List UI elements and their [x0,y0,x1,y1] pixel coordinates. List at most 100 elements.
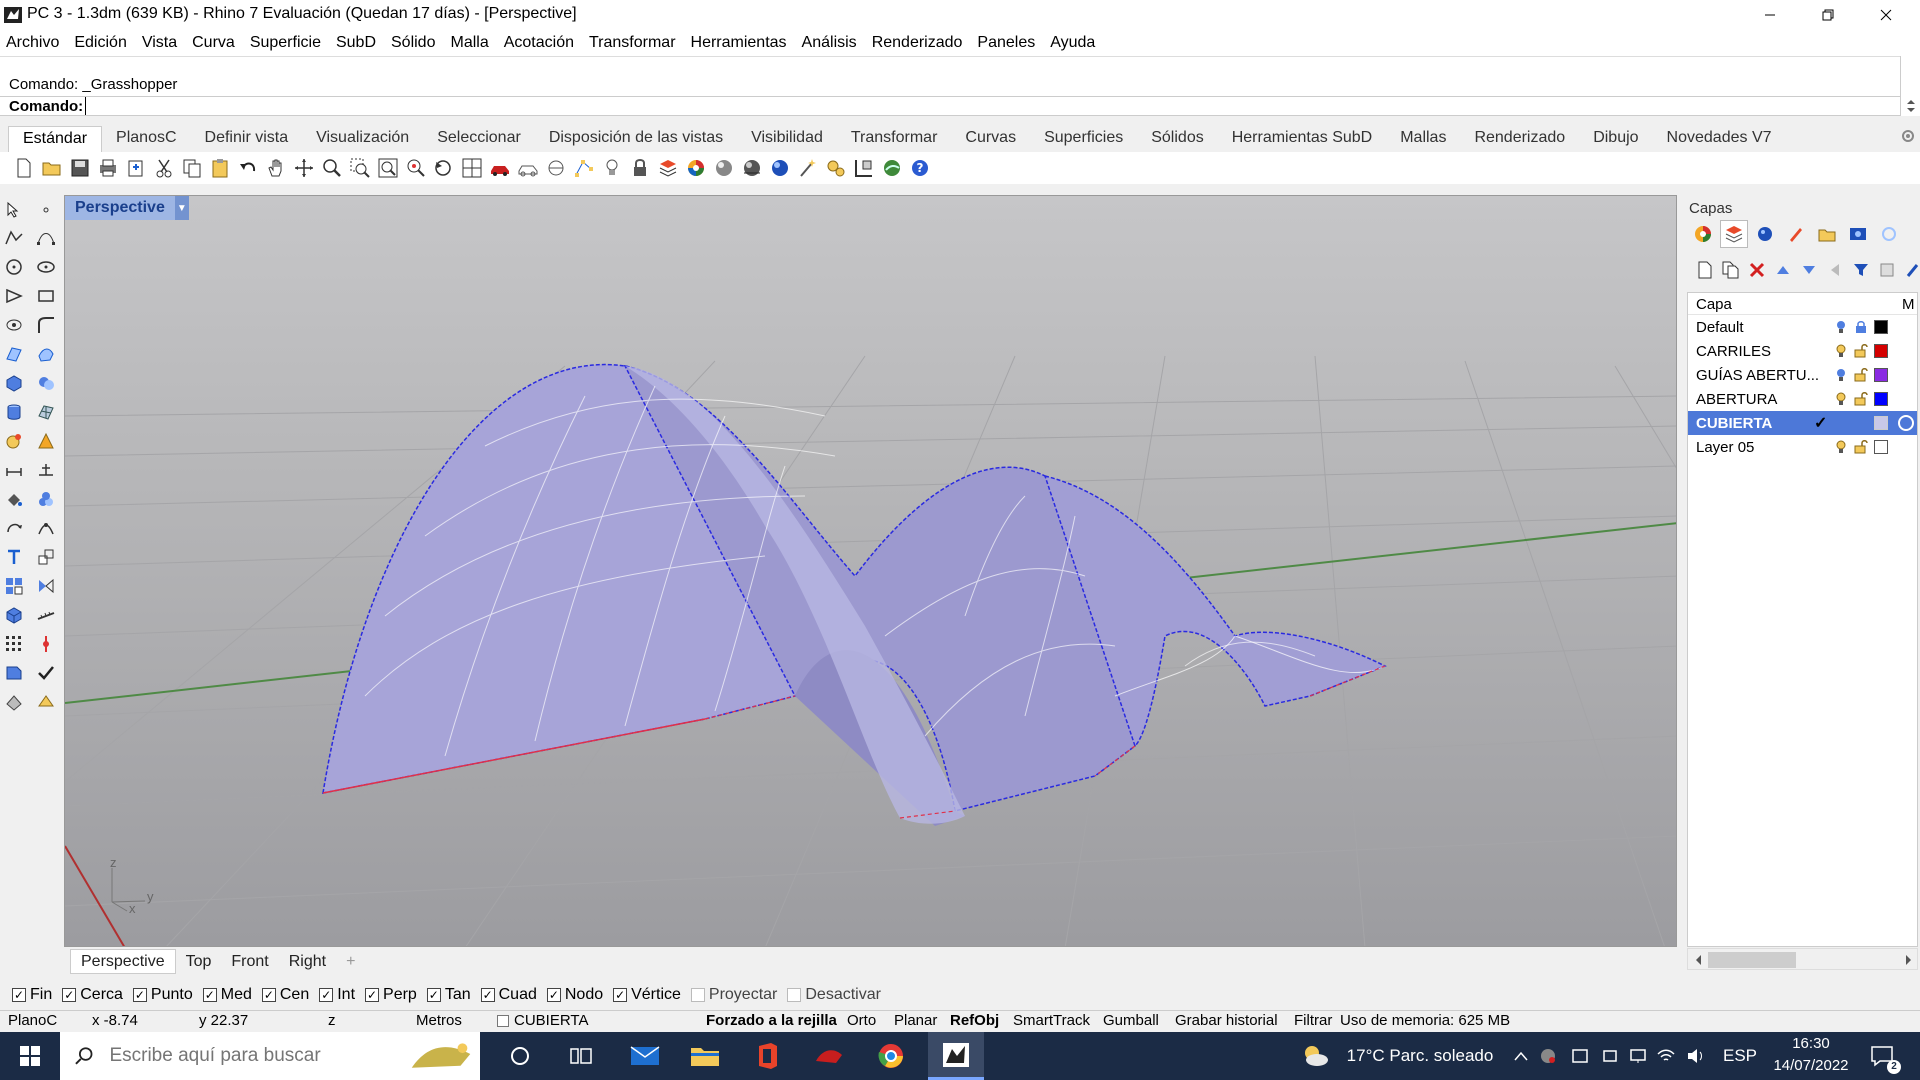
tab-transformar[interactable]: Transformar [837,126,952,152]
view-tab-perspective[interactable]: Perspective [70,949,176,974]
layer-name[interactable]: CUBIERTA [1696,415,1772,432]
viewport-name[interactable]: Perspective [65,199,175,217]
layer-material-icon[interactable] [1898,415,1914,431]
search-input[interactable] [109,1045,402,1067]
environment-sphere-icon[interactable] [768,156,792,180]
viewport-title-tab[interactable]: Perspective ▼ [65,196,189,220]
layer-name[interactable]: Layer 05 [1696,439,1754,456]
scale-icon[interactable] [33,545,59,569]
layer-options-icon[interactable] [1875,258,1899,282]
tab-seleccionar[interactable]: Seleccionar [423,126,535,152]
open-folder-icon[interactable] [40,156,64,180]
status-filter[interactable]: Filtrar [1294,1012,1332,1029]
dimension-icon[interactable] [1,458,27,482]
status-units[interactable]: Metros [416,1012,462,1029]
weather-icon[interactable] [1300,1032,1330,1080]
fill-icon[interactable] [1,487,27,511]
osnap-int-checkbox[interactable]: ✓ [319,988,334,1002]
check-icon[interactable] [33,661,59,685]
filter-icon[interactable] [1849,258,1873,282]
osnap-cerca-checkbox[interactable]: ✓ [62,988,77,1002]
menu-archivo[interactable]: Archivo [6,34,59,52]
lock-icon[interactable] [628,156,652,180]
command-scrollbar[interactable] [1900,56,1920,116]
layer-tools-icon[interactable] [1901,258,1920,282]
layer-color-swatch[interactable] [1874,368,1888,382]
osnap-fin-checkbox[interactable]: ✓ [12,988,26,1002]
materials-tab-icon[interactable] [1782,220,1810,248]
menu-analisis[interactable]: Análisis [802,34,857,52]
tab-dibujo[interactable]: Dibujo [1579,126,1652,152]
layer-name[interactable]: Default [1696,319,1744,336]
tab-visualizacion[interactable]: Visualización [302,126,423,152]
layer-row-current[interactable]: CUBIERTA ✓ [1688,411,1917,435]
osnap-nodo-checkbox[interactable]: ✓ [546,988,561,1002]
libraries-tab-icon[interactable] [1813,220,1841,248]
move-layer-up-icon[interactable] [1771,258,1795,282]
osnap-int[interactable]: ✓ Int [319,986,355,1004]
visible-bulb-icon[interactable] [1834,440,1848,454]
car-wireframe-icon[interactable] [516,156,540,180]
light-icon[interactable] [33,429,59,453]
layer-color-swatch[interactable] [1874,392,1888,406]
status-osnap[interactable]: RefObj [950,1012,999,1029]
polygon-icon[interactable] [1,284,27,308]
cplane-icon[interactable] [544,156,568,180]
tab-renderizado[interactable]: Renderizado [1460,126,1579,152]
text-icon[interactable] [1,545,27,569]
named-views-tab-icon[interactable] [1844,220,1872,248]
zoom-extents-icon[interactable] [376,156,400,180]
language-indicator[interactable]: ESP [1720,1032,1760,1080]
tab-herramientas-subd[interactable]: Herramientas SubD [1218,126,1387,152]
rhino-active-app-icon[interactable] [928,1032,984,1080]
menu-superficie[interactable]: Superficie [250,34,321,52]
render-icon[interactable] [1,429,27,453]
layer-row[interactable]: GUÍAS ABERTU... [1688,363,1917,387]
ellipse-icon[interactable] [33,255,59,279]
wand-icon[interactable] [796,156,820,180]
layer-color-swatch[interactable] [1874,416,1888,430]
undo-icon[interactable] [236,156,260,180]
status-cplane[interactable]: PlanoC [8,1012,57,1029]
polyline-icon[interactable] [1,226,27,250]
viewport-menu-chevron-icon[interactable]: ▼ [174,196,189,220]
osnap-med-checkbox[interactable]: ✓ [202,988,217,1002]
minimize-button[interactable] [1741,0,1799,29]
menu-malla[interactable]: Malla [450,34,488,52]
gumball-icon[interactable] [33,632,59,656]
move-layer-out-icon[interactable] [1823,258,1847,282]
status-planar[interactable]: Planar [894,1012,937,1029]
status-ortho[interactable]: Orto [847,1012,876,1029]
tab-novedades-v7[interactable]: Novedades V7 [1653,126,1786,152]
osnap-desactivar-checkbox[interactable] [787,988,802,1002]
menu-acotacion[interactable]: Acotación [504,34,574,52]
mesh-tools-icon[interactable] [1,690,27,714]
osnap-perp[interactable]: ✓ Perp [365,986,417,1004]
layer-name[interactable]: CARRILES [1696,343,1771,360]
layer-color-swatch[interactable] [1874,440,1888,454]
grid-tools-icon[interactable] [852,156,876,180]
save-icon[interactable] [68,156,92,180]
status-layer[interactable]: CUBIERTA [514,1012,588,1029]
layer-row[interactable]: Default [1688,315,1917,339]
mirror-icon[interactable] [33,574,59,598]
windows-start-icon[interactable] [0,1032,60,1080]
osnap-fin[interactable]: ✓ Fin [12,986,52,1004]
osnap-tan-checkbox[interactable]: ✓ [426,988,441,1002]
restore-button[interactable] [1799,0,1857,29]
add-view-tab-icon[interactable]: + [336,953,365,971]
status-grid-snap[interactable]: Forzado a la rejilla [706,1012,837,1029]
new-file-icon[interactable] [12,156,36,180]
tray-security-icon[interactable] [1568,1032,1592,1080]
rotate-view-icon[interactable] [292,156,316,180]
pan-hand-icon[interactable] [264,156,288,180]
unlocked-icon[interactable] [1854,392,1868,406]
zoom-icon[interactable] [320,156,344,180]
join-icon[interactable] [33,516,59,540]
color-wheel-icon[interactable] [684,156,708,180]
tray-app-icon[interactable] [1536,1032,1560,1080]
menu-curva[interactable]: Curva [192,34,235,52]
current-layer-check-icon[interactable]: ✓ [1814,413,1828,432]
zoom-selected-icon[interactable] [404,156,428,180]
mesh-icon[interactable] [33,400,59,424]
